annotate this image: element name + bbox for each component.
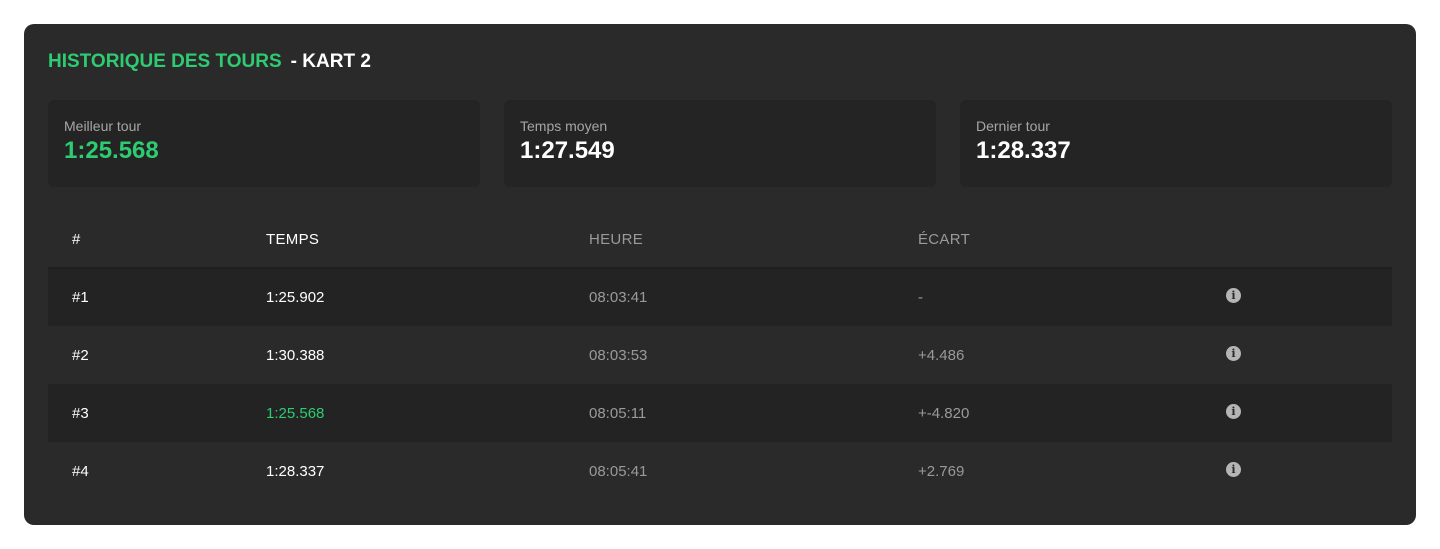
panel-title: HISTORIQUE DES TOURS [48, 51, 282, 72]
column-header-hour: HEURE [589, 231, 644, 248]
lap-actions: i [1226, 326, 1392, 384]
info-icon[interactable]: i [1226, 461, 1241, 477]
lap-time: 1:25.902 [266, 289, 325, 306]
table-row: #2 1:30.388 08:03:53 +4.486 i [48, 326, 1392, 384]
lap-number: #3 [72, 404, 89, 422]
stat-value: 1:25.568 [64, 137, 159, 164]
lap-gap: - [918, 289, 923, 306]
table-header-row: # TEMPS HEURE ÉCART [48, 218, 1392, 268]
info-icon[interactable]: i [1226, 345, 1241, 361]
lap-actions: i [1226, 268, 1392, 326]
column-header-actions [1226, 218, 1392, 268]
lap-actions: i [1226, 384, 1392, 442]
stat-value: 1:27.549 [520, 137, 615, 164]
stat-label: Temps moyen [520, 118, 608, 134]
lap-number: #4 [72, 462, 89, 480]
lap-number: #1 [72, 289, 89, 306]
lap-time-best: 1:25.568 [266, 404, 325, 422]
lap-number: #2 [72, 346, 89, 364]
lap-hour: 08:05:11 [589, 404, 647, 422]
panel-header: HISTORIQUE DES TOURS - KART 2 [48, 50, 1392, 74]
lap-gap: +4.486 [918, 346, 965, 364]
column-header-time: TEMPS [266, 231, 320, 248]
column-header-number: # [72, 231, 81, 248]
stat-card-average-time: Temps moyen 1:27.549 [504, 100, 936, 187]
lap-time: 1:28.337 [266, 462, 325, 480]
table-row: #1 1:25.902 08:03:41 - i [48, 268, 1392, 326]
lap-gap: +2.769 [918, 462, 965, 480]
lap-hour: 08:05:41 [589, 462, 648, 480]
stat-card-last-lap: Dernier tour 1:28.337 [960, 100, 1392, 187]
lap-hour: 08:03:41 [589, 289, 648, 306]
stat-label: Dernier tour [976, 118, 1050, 134]
stat-value: 1:28.337 [976, 137, 1071, 164]
stat-card-best-lap: Meilleur tour 1:25.568 [48, 100, 480, 187]
lap-time: 1:30.388 [266, 346, 325, 364]
lap-history-panel: HISTORIQUE DES TOURS - KART 2 Meilleur t… [24, 24, 1416, 525]
stats-row: Meilleur tour 1:25.568 Temps moyen 1:27.… [48, 100, 1392, 187]
info-icon[interactable]: i [1226, 288, 1241, 303]
column-header-gap: ÉCART [918, 231, 971, 248]
laps-table: # TEMPS HEURE ÉCART #1 1:25.902 08:03:41… [48, 218, 1392, 500]
table-row: #3 1:25.568 08:05:11 +-4.820 i [48, 384, 1392, 442]
kart-label: - KART 2 [290, 51, 371, 72]
stat-label: Meilleur tour [64, 118, 142, 134]
info-icon[interactable]: i [1226, 403, 1241, 419]
lap-actions: i [1226, 442, 1392, 500]
lap-hour: 08:03:53 [589, 346, 648, 364]
lap-gap: +-4.820 [918, 404, 970, 422]
table-row: #4 1:28.337 08:05:41 +2.769 i [48, 442, 1392, 500]
